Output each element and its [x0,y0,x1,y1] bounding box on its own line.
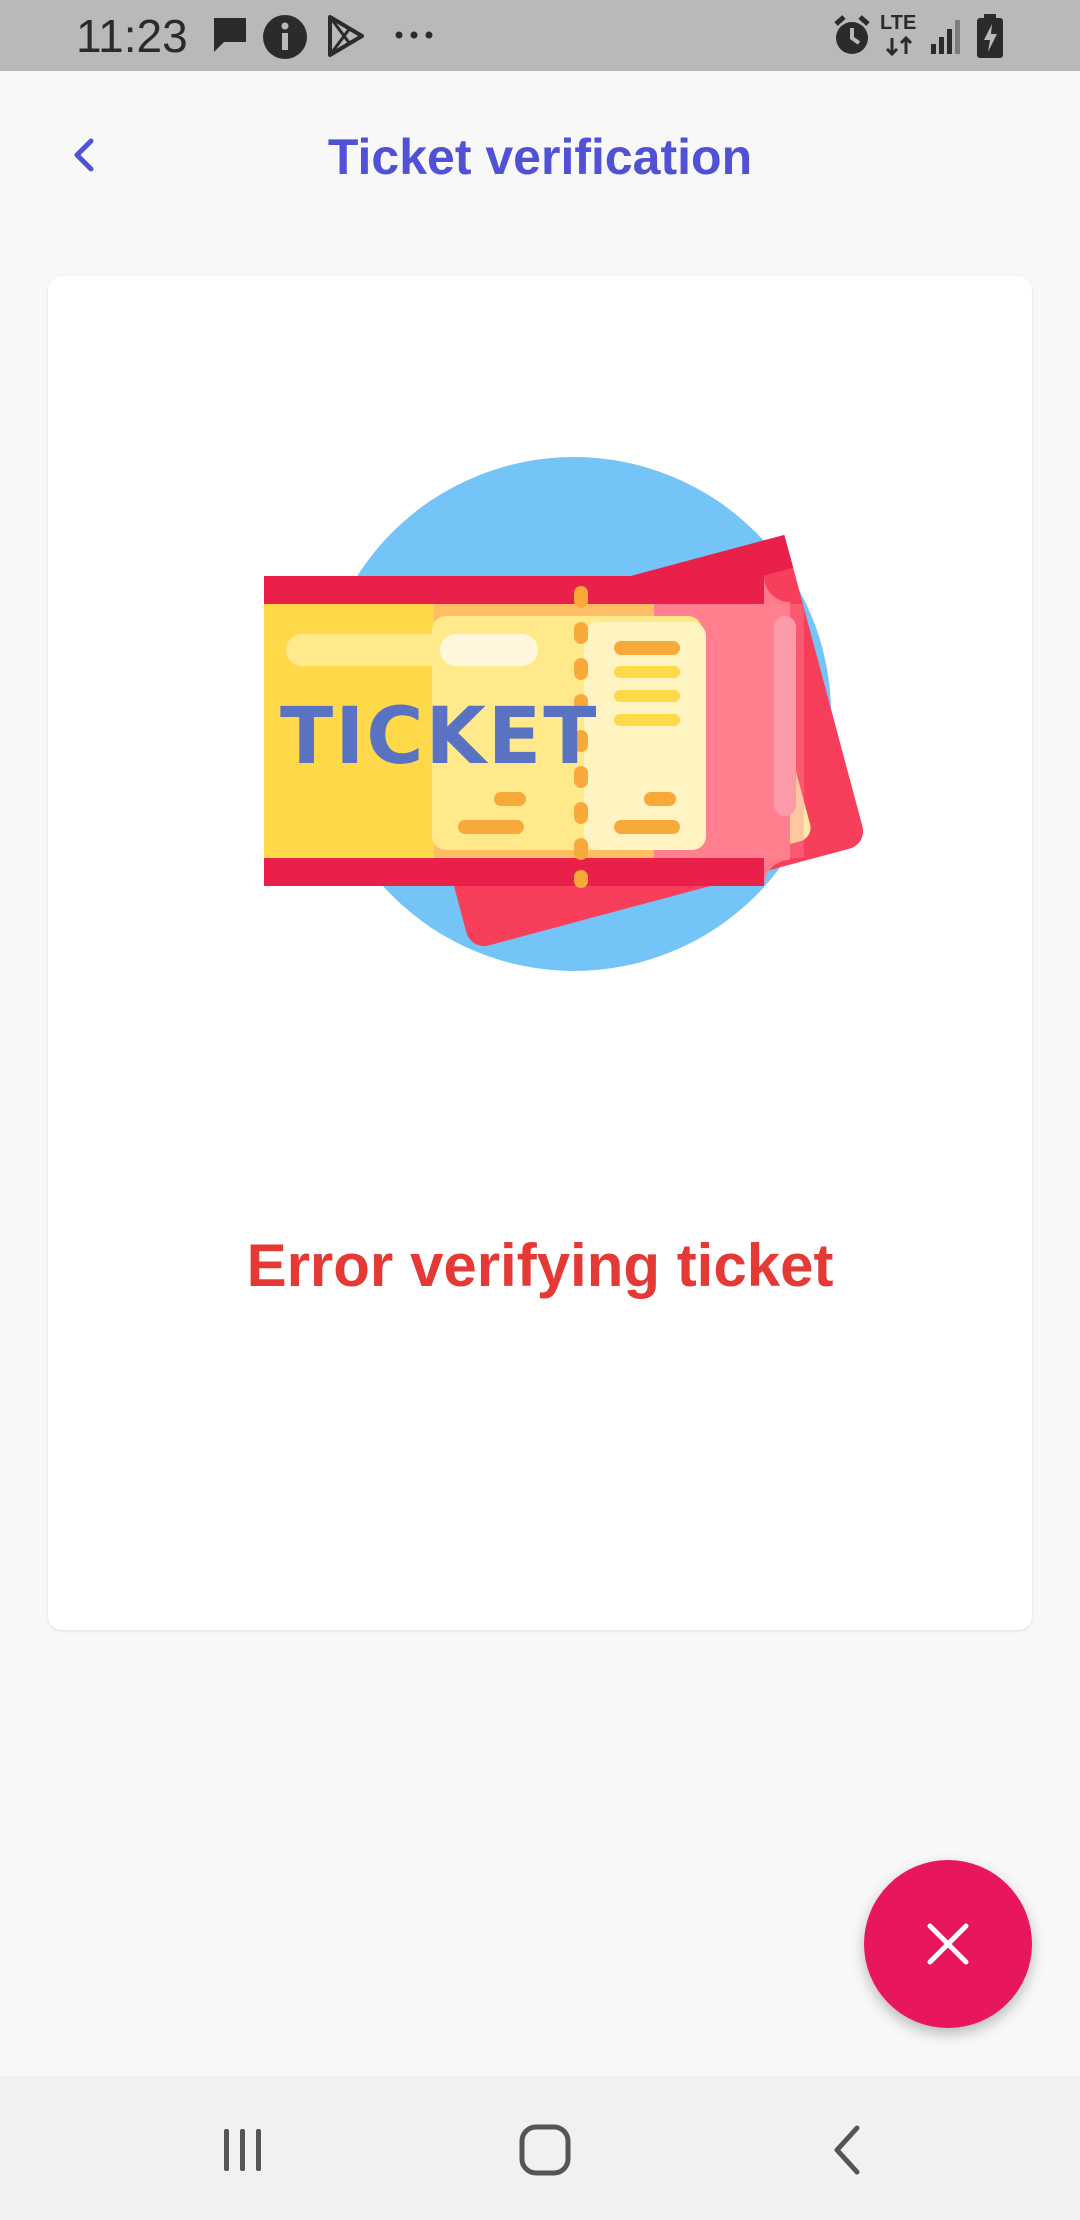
system-nav-bar [0,2076,1080,2220]
back-icon [834,2125,860,2175]
home-icon [519,2124,571,2176]
battery-icon [977,14,1003,58]
page-title: Ticket verification [327,129,753,185]
app-bar: Ticket verification [0,71,1080,241]
recent-apps-button[interactable] [198,2112,288,2188]
info-icon [263,15,307,59]
play-store-icon [328,15,364,57]
system-back-button[interactable] [802,2112,892,2188]
status-bar: 11:23 LTE [0,0,1080,71]
ticket-illustration: TICKET [264,457,864,971]
alarm-icon [834,15,870,54]
home-button[interactable] [500,2112,590,2188]
lte-icon: LTE [880,12,920,56]
error-message: Error verifying ticket [246,1232,834,1299]
signal-icon [931,20,960,54]
verification-card: TICKET Error verifying ticket [48,276,1032,1630]
lte-label: LTE [880,12,917,34]
close-icon [927,1923,969,1965]
more-icon [395,31,433,39]
close-button[interactable] [864,1860,1032,2028]
message-icon [214,18,246,52]
status-time: 11:23 [76,10,188,62]
ticket-illustration-text: TICKET [280,692,598,782]
recent-apps-icon [224,2129,261,2171]
